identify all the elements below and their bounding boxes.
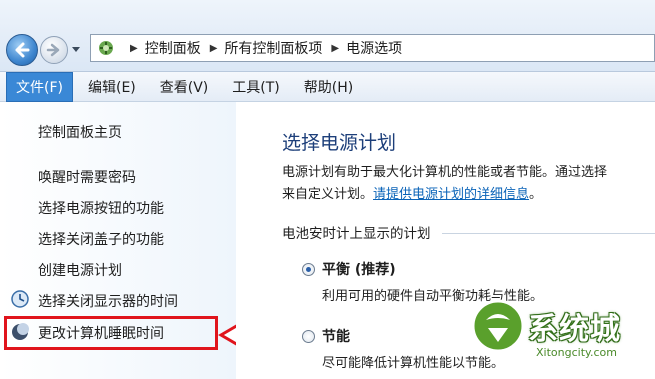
menu-bar: 文件(F) 编辑(E) 查看(V) 工具(T) 帮助(H) [0, 71, 655, 102]
display-timer-icon [11, 290, 29, 308]
control-panel-icon [99, 41, 113, 55]
description-suffix: 。 [529, 187, 543, 202]
sidebar-item-lid-close[interactable]: 选择关闭盖子的功能 [38, 229, 164, 249]
address-bar[interactable]: ▶ 控制面板 ▶ 所有控制面板项 ▶ 电源选项 [90, 34, 655, 62]
plan-balanced-label[interactable]: 平衡 (推荐) [322, 259, 396, 279]
site-watermark: 系统城 Xitongcity.com [470, 298, 650, 368]
section-divider [442, 233, 655, 234]
description-line-1: 电源计划有助于最大化计算机的性能或者节能。通过选择 [282, 165, 608, 180]
menu-help[interactable]: 帮助(H) [295, 73, 362, 101]
back-arrow-icon [15, 42, 30, 58]
sidebar-item-create-plan[interactable]: 创建电源计划 [38, 260, 122, 280]
menu-file[interactable]: 文件(F) [6, 71, 73, 102]
menu-view[interactable]: 查看(V) [151, 73, 218, 101]
recent-pages-dropdown[interactable] [72, 47, 80, 52]
plan-details-link[interactable]: 请提供电源计划的详细信息 [373, 187, 529, 202]
breadcrumb-power-options[interactable]: 电源选项 [346, 38, 402, 58]
sidebar-item-power-button[interactable]: 选择电源按钮的功能 [38, 198, 164, 218]
plan-power-saver-radio[interactable] [302, 330, 315, 343]
sidebar-home-link[interactable]: 控制面板主页 [38, 122, 122, 142]
description-prefix: 来自定义计划。 [282, 187, 374, 202]
sidebar-item-display-off[interactable]: 选择关闭显示器的时间 [38, 291, 178, 311]
watermark-logo-icon [471, 299, 525, 353]
forward-arrow-icon [46, 43, 60, 57]
forward-button[interactable] [40, 36, 68, 64]
back-button[interactable] [6, 34, 38, 66]
menu-edit[interactable]: 编辑(E) [79, 73, 145, 101]
breadcrumb-control-panel[interactable]: 控制面板 [145, 38, 201, 58]
breadcrumb-separator[interactable]: ▶ [130, 43, 138, 54]
watermark-text: 系统城 [528, 312, 621, 347]
section-label-battery-plans: 电池安时计上显示的计划 [282, 226, 431, 242]
page-title: 选择电源计划 [282, 132, 397, 154]
watermark-url: Xitongcity.com [536, 346, 617, 359]
page-description: 电源计划有助于最大化计算机的性能或者节能。通过选择 来自定义计划。请提供电源计划… [282, 162, 655, 206]
sidebar-item-wake-password[interactable]: 唤醒时需要密码 [38, 167, 136, 187]
breadcrumb-separator[interactable]: ▶ [210, 43, 218, 54]
highlight-annotation-box [4, 316, 218, 350]
menu-tools[interactable]: 工具(T) [223, 73, 288, 101]
breadcrumb-all-items[interactable]: 所有控制面板项 [224, 38, 322, 58]
address-toolbar: ▶ 控制面板 ▶ 所有控制面板项 ▶ 电源选项 [0, 0, 655, 72]
breadcrumb-separator[interactable]: ▶ [331, 43, 339, 54]
plan-balanced-radio[interactable] [302, 263, 315, 276]
description-line-2: 来自定义计划。请提供电源计划的详细信息。 [282, 184, 655, 206]
plan-power-saver-label[interactable]: 节能 [322, 326, 350, 346]
